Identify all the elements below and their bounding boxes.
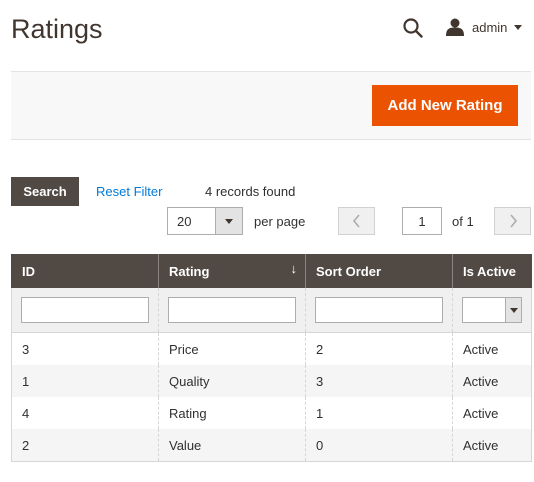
sort-order-filter-input[interactable]: [315, 297, 443, 323]
filter-row: [11, 288, 532, 333]
filter-cell: [158, 288, 306, 333]
page-size-value: 20: [177, 214, 192, 229]
column-header-rating[interactable]: Rating ↓: [158, 254, 306, 288]
table-row[interactable]: 2 Value 0 Active: [11, 429, 532, 462]
cell-id: 4: [11, 397, 159, 429]
previous-page-button[interactable]: [338, 207, 375, 235]
id-filter-input[interactable]: [21, 297, 149, 323]
page-title: Ratings: [11, 14, 103, 44]
column-header-id[interactable]: ID: [11, 254, 159, 288]
chevron-left-icon: [352, 214, 360, 228]
cell-id: 2: [11, 429, 159, 462]
search-button[interactable]: Search: [11, 177, 79, 206]
next-page-button[interactable]: [494, 207, 531, 235]
page-size-dropdown-toggle[interactable]: [215, 208, 242, 234]
cell-is-active: Active: [452, 397, 532, 429]
column-header-label: Rating: [169, 263, 210, 279]
is-active-dropdown-toggle[interactable]: [505, 298, 521, 322]
total-pages-label: of 1: [452, 214, 474, 229]
chevron-down-icon: [510, 308, 518, 313]
filter-cell: [452, 288, 532, 333]
filter-cell: [305, 288, 453, 333]
user-icon: [445, 18, 465, 36]
table-row[interactable]: 3 Price 2 Active: [11, 332, 532, 365]
is-active-filter-select[interactable]: [462, 297, 522, 323]
chevron-right-icon: [509, 214, 517, 228]
cell-rating: Value: [158, 429, 306, 462]
records-count: 4 records found: [205, 184, 296, 199]
sort-descending-icon: ↓: [290, 261, 298, 276]
search-icon[interactable]: [402, 17, 424, 39]
cell-rating: Rating: [158, 397, 306, 429]
filter-cell: [11, 288, 159, 333]
column-header-label: ID: [22, 263, 35, 279]
cell-is-active: Active: [452, 365, 532, 397]
chevron-down-icon: [514, 24, 523, 30]
page-size-select[interactable]: 20: [167, 207, 243, 235]
cell-rating: Price: [158, 332, 306, 365]
cell-rating: Quality: [158, 365, 306, 397]
per-page-label: per page: [254, 214, 306, 229]
chevron-down-icon: [225, 219, 233, 224]
rating-filter-input[interactable]: [168, 297, 296, 323]
cell-is-active: Active: [452, 429, 532, 462]
column-header-label: Is Active: [463, 263, 516, 279]
grid-header-row: ID Rating ↓ Sort Order Is Active: [11, 254, 532, 288]
reset-filter-link[interactable]: Reset Filter: [96, 184, 162, 199]
user-name: admin: [472, 19, 508, 35]
current-page-input[interactable]: [402, 207, 442, 235]
ratings-grid: ID Rating ↓ Sort Order Is Active 3 Price …: [11, 254, 532, 462]
add-new-rating-button[interactable]: Add New Rating: [372, 85, 518, 126]
column-header-label: Sort Order: [316, 263, 382, 279]
table-row[interactable]: 4 Rating 1 Active: [11, 397, 532, 429]
cell-id: 1: [11, 365, 159, 397]
column-header-sort-order[interactable]: Sort Order: [305, 254, 453, 288]
table-row[interactable]: 1 Quality 3 Active: [11, 365, 532, 397]
cell-sort-order: 0: [305, 429, 453, 462]
cell-sort-order: 1: [305, 397, 453, 429]
cell-sort-order: 3: [305, 365, 453, 397]
column-header-is-active[interactable]: Is Active: [452, 254, 532, 288]
cell-sort-order: 2: [305, 332, 453, 365]
user-menu[interactable]: admin: [445, 16, 523, 38]
cell-is-active: Active: [452, 332, 532, 365]
cell-id: 3: [11, 332, 159, 365]
